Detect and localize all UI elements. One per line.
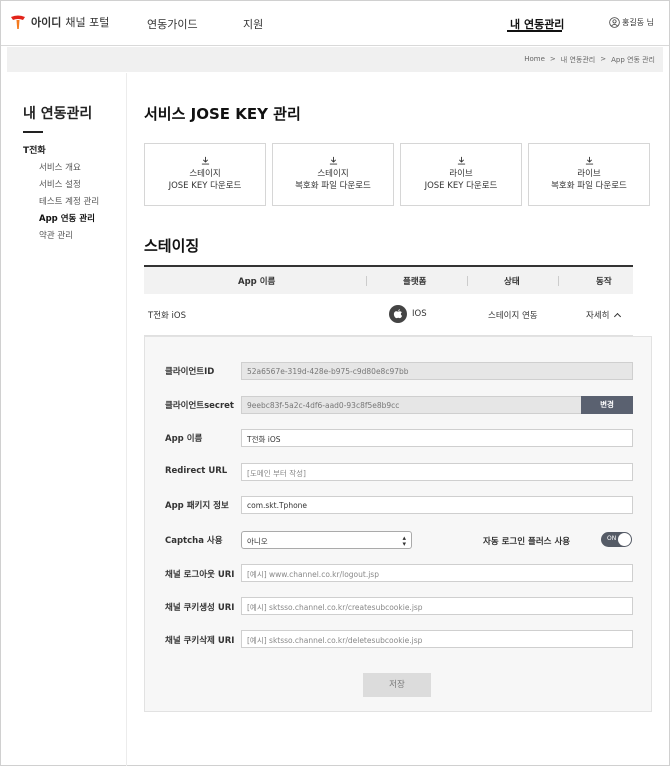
app-package-label: App 패키지 정보 [165,501,229,511]
cookie-create-uri-label: 채널 쿠키생성 URI [165,603,235,613]
th-app-name: App 이름 [238,277,276,287]
logout-uri-label: 채널 로그아웃 URI [165,570,235,580]
download-live-jose-key-button[interactable]: 라이브 JOSE KEY 다운로드 [400,143,522,206]
logout-uri-input[interactable]: [예시] www.channel.co.kr/logout.jsp [241,564,633,582]
client-id-field: 52a6567e-319d-428e-b975-c9d80e8c97bb [241,362,633,380]
cookie-delete-uri-label: 채널 쿠키삭제 URI [165,636,235,646]
client-secret-field: 9eebc83f-5a2c-4df6-aad0-93c8f5e8b9cc [241,396,582,414]
download-live-decrypt-file-button[interactable]: 라이브 복호화 파일 다운로드 [528,143,650,206]
download-label-line1: 라이브 [449,169,473,179]
redirect-url-label: Redirect URL [165,466,228,476]
top-bar: 아이디 채널 포털 연동가이드 지원 내 연동관리 홍길동 님 [1,1,669,46]
captcha-selected-value: 아니오 [247,537,268,546]
download-icon [201,156,209,165]
details-label: 자세히 [586,311,610,321]
logo[interactable]: 아이디 채널 포털 [9,13,109,31]
change-secret-button[interactable]: 변경 [581,396,633,414]
download-label-line2: 복호화 파일 다운로드 [295,181,371,191]
sidebar-title-rule [23,131,43,133]
th-separator [366,276,367,286]
sidebar-title: 내 연동관리 [23,106,93,122]
sidebar-item-terms[interactable]: 약관 관리 [39,229,73,241]
download-label-line1: 라이브 [577,169,601,179]
auto-login-toggle[interactable]: ON [601,532,632,547]
apple-icon [389,305,407,323]
user-icon [609,17,620,28]
breadcrumb-separator: > [600,55,607,63]
breadcrumb: Home > 내 연동관리 > App 연동 관리 [524,55,655,65]
captcha-label: Captcha 사용 [165,536,223,546]
nav-active-indicator [507,30,562,32]
th-separator [558,276,559,286]
download-label-line2: JOSE KEY 다운로드 [424,181,498,191]
sidebar-item-service-settings[interactable]: 서비스 설정 [39,178,81,190]
breadcrumb-home[interactable]: Home [524,55,545,65]
client-secret-label: 클라이언트secret [165,401,234,411]
chevron-up-icon [614,312,622,321]
sidebar-item-test-accounts[interactable]: 테스트 계정 관리 [39,195,99,207]
t-logo-icon [11,15,25,29]
toggle-state: ON [607,535,617,542]
app-detail-panel: 클라이언트ID 52a6567e-319d-428e-b975-c9d80e8c… [144,336,652,712]
download-icon [329,156,337,165]
logo-brand: 아이디 [31,16,62,29]
download-label-line1: 스테이지 [317,169,349,179]
details-toggle[interactable]: 자세히 [586,309,622,321]
toggle-knob [618,533,631,546]
th-status: 상태 [504,277,520,287]
auto-login-label: 자동 로그인 플러스 사용 [483,537,571,547]
sidebar-item-app-integration[interactable]: App 연동 관리 [39,212,95,224]
sidebar-item-service-overview[interactable]: 서비스 개요 [39,161,81,173]
download-label-line2: JOSE KEY 다운로드 [168,181,242,191]
breadcrumb-current: App 연동 관리 [611,56,655,64]
app-name-label: App 이름 [165,434,203,444]
breadcrumb-separator: > [549,55,556,63]
app-name-cell: T전화 iOS [148,311,186,321]
cookie-create-uri-input[interactable]: [예시] sktsso.channel.co.kr/createsubcooki… [241,597,633,615]
download-icon [457,156,465,165]
user-name: 홍길동 님 [622,18,654,27]
user-menu[interactable]: 홍길동 님 [609,17,654,28]
app-package-input[interactable]: com.skt.Tphone [241,496,633,514]
th-separator [467,276,468,286]
redirect-url-input[interactable]: [도메인 부터 작성] [241,463,633,481]
breadcrumb-my-integration[interactable]: 내 연동관리 [561,55,595,65]
table-header: App 이름 플랫폼 상태 동작 [144,265,633,294]
client-id-label: 클라이언트ID [165,367,215,377]
app-name-input[interactable]: T전화 iOS [241,429,633,447]
download-label-line2: 복호화 파일 다운로드 [551,181,627,191]
download-stage-jose-key-button[interactable]: 스테이지 JOSE KEY 다운로드 [144,143,266,206]
th-platform: 플랫폼 [403,277,427,287]
platform-cell: IOS [412,309,427,319]
table-row: T전화 iOS IOS 스테이지 연동 자세히 [144,294,633,336]
breadcrumb-bar: Home > 내 연동관리 > App 연동 관리 [7,47,663,72]
logo-subtitle: 채널 포털 [65,16,110,29]
save-button[interactable]: 저장 [363,673,431,697]
download-icon [585,156,593,165]
download-stage-decrypt-file-button[interactable]: 스테이지 복호화 파일 다운로드 [272,143,394,206]
select-arrows-icon: ▴ ▾ [402,534,406,548]
nav-guide[interactable]: 연동가이드 [147,16,198,32]
sidebar-group-tphone[interactable]: T전화 [23,143,46,156]
captcha-select[interactable]: 아니오 ▴ ▾ [241,531,412,549]
nav-support[interactable]: 지원 [243,16,263,32]
download-label-line1: 스테이지 [189,169,221,179]
status-cell: 스테이지 연동 [488,311,538,321]
cookie-delete-uri-input[interactable]: [예시] sktsso.channel.co.kr/deletesubcooki… [241,630,633,648]
sidebar-divider [126,73,127,766]
section-title-staging: 스테이징 [144,237,200,255]
th-action: 동작 [596,277,612,287]
page-title: 서비스 JOSE KEY 관리 [144,105,301,123]
